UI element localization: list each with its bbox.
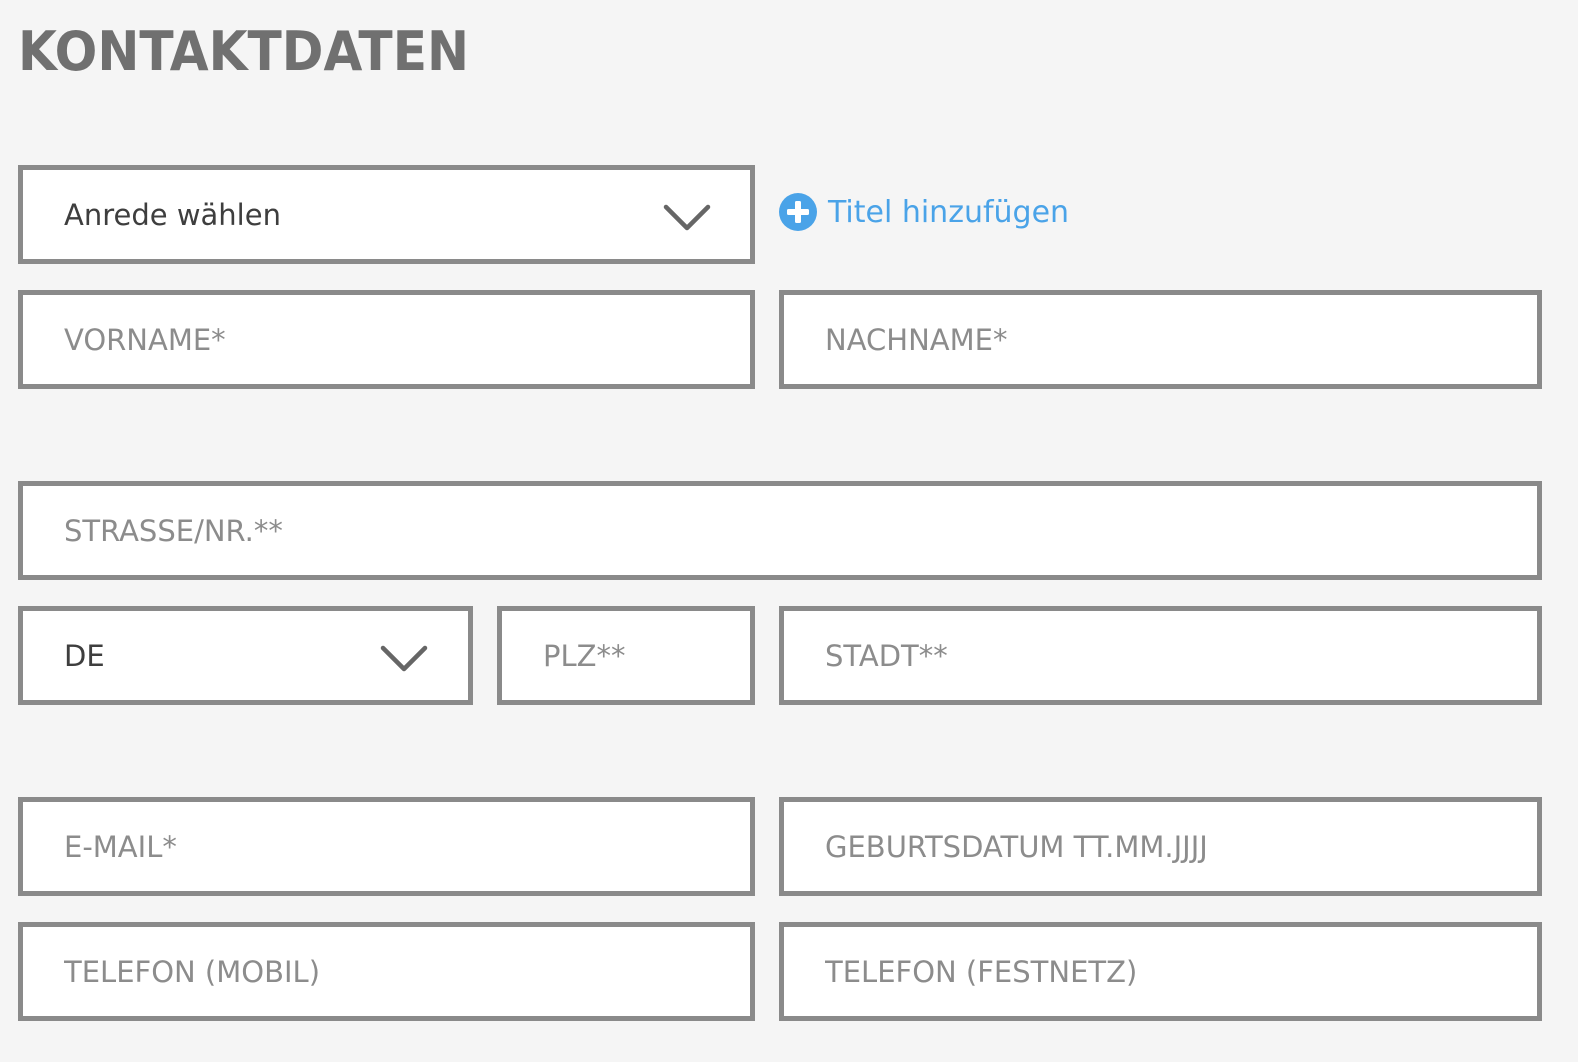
street-input[interactable]: [23, 486, 1537, 575]
phone-mobile-field-wrapper: [18, 922, 755, 1021]
phone-landline-field-wrapper: [779, 922, 1542, 1021]
phone-landline-input[interactable]: [784, 927, 1537, 1016]
salutation-select-value: Anrede wählen: [64, 197, 281, 232]
city-field-wrapper: [779, 606, 1542, 705]
add-title-label: Titel hinzufügen: [828, 194, 1070, 230]
birthdate-input[interactable]: [784, 802, 1537, 891]
zip-input[interactable]: [502, 611, 750, 700]
phone-mobile-input[interactable]: [23, 927, 750, 1016]
add-title-link[interactable]: Titel hinzufügen: [778, 190, 1069, 234]
city-input[interactable]: [784, 611, 1537, 700]
salutation-select[interactable]: Anrede wählen: [18, 165, 755, 264]
first-name-input[interactable]: [23, 295, 750, 384]
first-name-field-wrapper: [18, 290, 755, 389]
street-field-wrapper: [18, 481, 1542, 580]
birthdate-field-wrapper: [779, 797, 1542, 896]
plus-circle-icon: [779, 193, 817, 231]
chevron-down-icon: [663, 204, 711, 231]
page-title: KONTAKTDATEN: [18, 20, 470, 83]
email-field-wrapper: [18, 797, 755, 896]
email-input[interactable]: [23, 802, 750, 891]
last-name-field-wrapper: [779, 290, 1542, 389]
country-select[interactable]: DE: [18, 606, 473, 705]
chevron-down-icon: [380, 645, 428, 672]
last-name-input[interactable]: [784, 295, 1537, 384]
zip-field-wrapper: [497, 606, 755, 705]
